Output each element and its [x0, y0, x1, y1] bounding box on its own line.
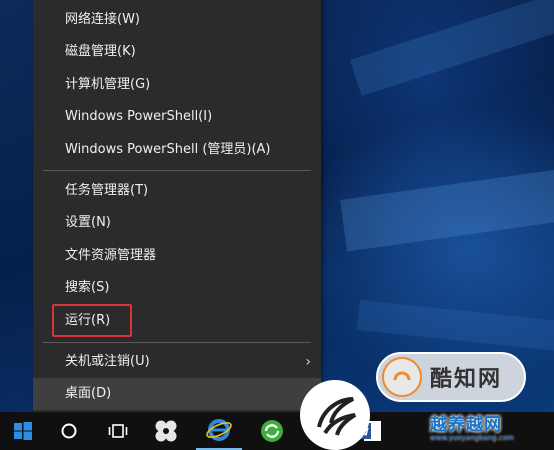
menu-item-network-connections[interactable]: 网络连接(W): [33, 4, 321, 36]
fan-app-icon: [155, 420, 177, 442]
menu-item-label: 磁盘管理(K): [65, 44, 136, 59]
green-refresh-app-icon: [261, 420, 283, 442]
run-highlight-box: [52, 304, 132, 337]
fan-app-button[interactable]: [143, 412, 189, 450]
menu-item-settings[interactable]: 设置(N): [33, 207, 321, 239]
green-refresh-app-button[interactable]: [249, 412, 295, 450]
menu-item-powershell[interactable]: Windows PowerShell(I): [33, 101, 321, 133]
internet-explorer-icon: [206, 419, 232, 441]
chevron-right-icon: ›: [305, 354, 311, 370]
menu-item-file-explorer[interactable]: 文件资源管理器: [33, 240, 321, 272]
menu-item-shutdown-signout[interactable]: 关机或注销(U) ›: [33, 346, 321, 378]
menu-item-label: 设置(N): [65, 215, 111, 230]
watermark-site-url: www.yueyangbang.com: [430, 434, 514, 442]
menu-item-label: 文件资源管理器: [65, 248, 157, 263]
menu-item-label: 桌面(D): [65, 386, 112, 401]
cortana-search-button[interactable]: [46, 412, 92, 450]
light-beam: [340, 163, 554, 252]
menu-item-label: 网络连接(W): [65, 12, 140, 27]
menu-item-powershell-admin[interactable]: Windows PowerShell (管理员)(A): [33, 134, 321, 166]
menu-item-label: Windows PowerShell (管理员)(A): [65, 142, 271, 157]
light-beam: [356, 300, 554, 355]
watermark-logo-icon: [300, 380, 370, 450]
menu-separator: [43, 170, 311, 171]
menu-item-label: 任务管理器(T): [65, 183, 149, 198]
menu-item-label: 计算机管理(G): [65, 77, 151, 92]
watermark-site: 越养越网 www.yueyangbang.com: [300, 380, 554, 450]
start-button[interactable]: [0, 412, 46, 450]
menu-item-label: Windows PowerShell(I): [65, 109, 213, 124]
swirl-logo-icon: [317, 397, 357, 436]
task-view-button[interactable]: [95, 412, 141, 450]
windows-logo-icon: [14, 422, 32, 440]
menu-separator: [43, 342, 311, 343]
menu-item-search[interactable]: 搜索(S): [33, 272, 321, 304]
winx-context-menu: 网络连接(W) 磁盘管理(K) 计算机管理(G) Windows PowerSh…: [33, 0, 321, 412]
watermark-site-name: 越养越网: [430, 415, 502, 435]
menu-item-desktop[interactable]: 桌面(D): [33, 378, 321, 410]
menu-item-computer-management[interactable]: 计算机管理(G): [33, 69, 321, 101]
menu-item-task-manager[interactable]: 任务管理器(T): [33, 175, 321, 207]
internet-explorer-button[interactable]: [196, 412, 242, 450]
menu-item-label: 关机或注销(U): [65, 354, 150, 369]
menu-item-label: 搜索(S): [65, 280, 110, 295]
menu-item-disk-management[interactable]: 磁盘管理(K): [33, 36, 321, 68]
light-beam: [350, 0, 554, 97]
cortana-circle-icon: [61, 423, 77, 439]
task-view-icon: [108, 424, 128, 438]
